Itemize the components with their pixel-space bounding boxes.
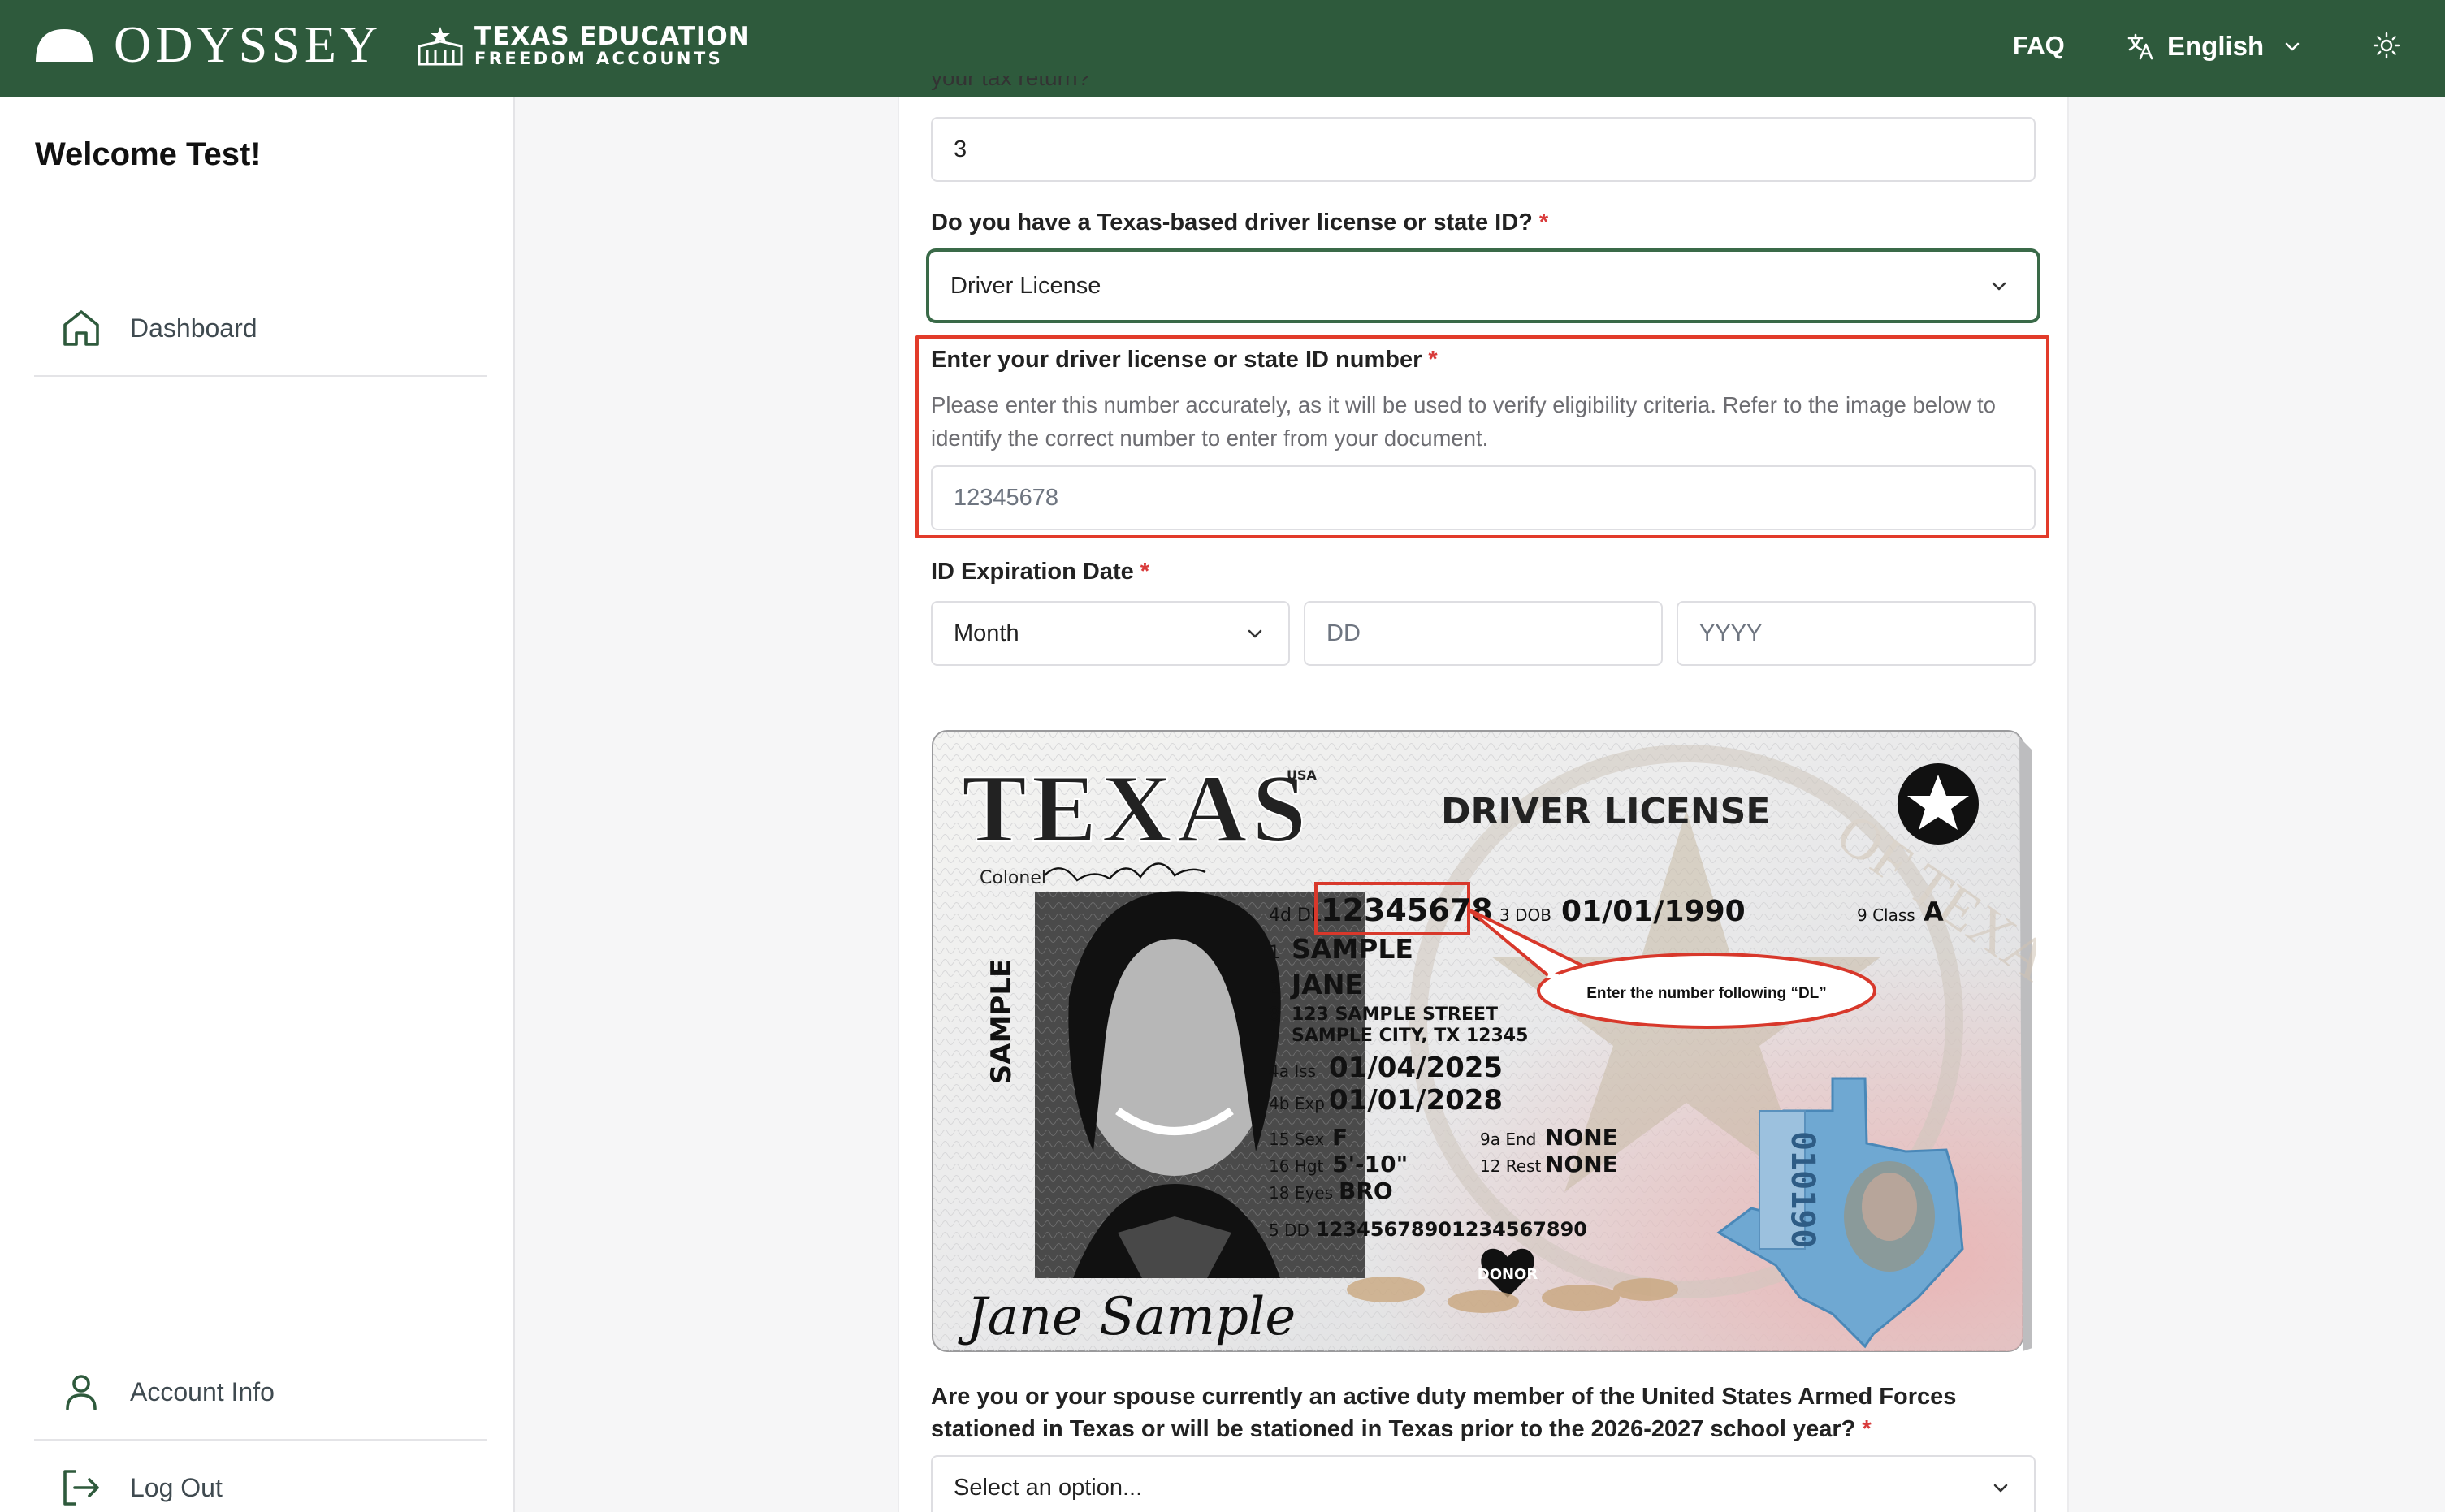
license-country: USA — [1287, 767, 1318, 783]
license-dd: 12345678901234567890 — [1316, 1218, 1587, 1241]
license-class: A — [1924, 896, 1944, 927]
license-eyes: BRO — [1339, 1177, 1393, 1204]
dl-number-input[interactable]: 12345678 — [931, 465, 2036, 530]
license-last-name: SAMPLE — [1292, 933, 1413, 965]
sun-icon[interactable] — [2372, 31, 2401, 60]
logout-icon — [63, 1470, 99, 1506]
expiration-day-input[interactable]: DD — [1304, 601, 1663, 666]
license-illustration: OF TEXAS 010190 DONOR TEXAS USA DRIVER L… — [932, 730, 2089, 1352]
license-ghost-dob: 010190 — [1784, 1131, 1821, 1249]
license-dob: 01/01/1990 — [1561, 895, 1746, 928]
license-hgt-prefix: 16 Hgt — [1269, 1156, 1324, 1176]
license-exp: 01/01/2028 — [1329, 1084, 1503, 1117]
id-type-select[interactable]: Driver License — [926, 248, 2040, 323]
odyssey-logo[interactable]: ODYSSEY — [34, 18, 382, 71]
license-donor: DONOR — [1478, 1266, 1538, 1283]
license-line2-no: 2 — [1269, 978, 1280, 999]
texas-education-logo[interactable]: TEXAS EDUCATION FREEDOM ACCOUNTS — [416, 23, 751, 68]
top-navigation-bar: ODYSSEY TEXAS EDUCATION FREEDOM ACCOUNTS… — [0, 0, 2445, 97]
sample-drivers-license-image: OF TEXAS 010190 DONOR TEXAS USA DRIVER L… — [931, 729, 2089, 1354]
input-placeholder: 12345678 — [954, 484, 1059, 511]
license-dob-prefix: 3 DOB — [1499, 905, 1551, 925]
home-icon — [63, 310, 99, 346]
license-rest-prefix: 12 Rest — [1480, 1156, 1542, 1176]
sidebar-item-log-out[interactable]: Log Out — [34, 1441, 487, 1512]
license-street: 123 SAMPLE STREET — [1292, 1004, 1498, 1025]
partner-name-line1: TEXAS EDUCATION — [474, 22, 751, 51]
brand-name: ODYSSEY — [114, 15, 383, 73]
user-icon — [66, 1375, 97, 1410]
license-signature: Jane Sample — [958, 1287, 1296, 1347]
license-rest: NONE — [1545, 1151, 1618, 1177]
license-end-prefix: 9a End — [1480, 1130, 1536, 1149]
license-sex-prefix: 15 Sex — [1269, 1130, 1324, 1149]
military-status-select[interactable]: Select an option... — [931, 1455, 2036, 1512]
license-state-title: TEXAS — [962, 754, 1311, 862]
input-placeholder: DD — [1326, 620, 1361, 646]
license-dl-number: 12345678 — [1321, 892, 1493, 928]
chevron-down-icon — [1993, 1484, 2008, 1493]
license-callout: Enter the number following “DL” — [1586, 985, 1827, 1002]
license-end: NONE — [1545, 1124, 1618, 1151]
language-selector[interactable]: English — [2127, 26, 2303, 67]
welcome-heading: Welcome Test! — [35, 136, 262, 172]
sidebar-item-label: Account Info — [130, 1376, 275, 1406]
selected-value: Driver License — [950, 272, 1101, 299]
input-value: 3 — [954, 136, 967, 162]
chevron-down-icon — [1248, 629, 1262, 638]
sidebar-item-label: Dashboard — [130, 313, 257, 343]
license-dd-prefix: 5 DD — [1269, 1220, 1309, 1240]
selected-value: Month — [954, 620, 1019, 646]
chevron-down-icon — [2285, 42, 2300, 51]
dl-number-help-text: Please enter this number accurately, as … — [931, 392, 1996, 451]
partner-name-line2: FREEDOM ACCOUNTS — [474, 49, 724, 68]
license-sex: F — [1332, 1124, 1348, 1151]
license-line8-no: 8 — [1269, 1004, 1280, 1025]
sidebar-item-label: Log Out — [130, 1472, 223, 1502]
sidebar-item-dashboard[interactable]: Dashboard — [34, 281, 487, 377]
license-sample-vertical: SAMPLE — [985, 959, 1018, 1084]
license-hgt: 5'-10" — [1332, 1151, 1408, 1177]
license-dl-prefix: 4d DL — [1269, 905, 1322, 926]
schoolhouse-star-icon — [418, 27, 463, 66]
license-class-prefix: 9 Class — [1857, 905, 1915, 925]
license-city: SAMPLE CITY, TX 12345 — [1292, 1026, 1528, 1046]
previous-question-label: your tax return? — [931, 76, 1091, 90]
household-size-input[interactable]: 3 — [931, 117, 2036, 182]
select-placeholder: Select an option... — [954, 1474, 1143, 1501]
license-iss: 01/04/2025 — [1329, 1052, 1503, 1084]
license-type: DRIVER LICENSE — [1441, 791, 1770, 832]
language-label: English — [2167, 31, 2265, 61]
chevron-down-icon — [1992, 282, 2006, 291]
sidebar: Welcome Test! Dashboard — [0, 97, 515, 1512]
expiration-date-label: ID Expiration Date * — [931, 559, 1150, 585]
input-placeholder: YYYY — [1699, 620, 1763, 646]
license-first-name: JANE — [1290, 969, 1363, 1000]
license-iss-prefix: 4a Iss — [1269, 1061, 1316, 1081]
license-exp-prefix: 4b Exp — [1269, 1094, 1325, 1113]
dl-number-label: Enter your driver license or state ID nu… — [931, 347, 1438, 373]
faq-link[interactable]: FAQ — [2013, 31, 2065, 60]
translate-icon — [2127, 33, 2153, 60]
license-line1-no: 1 — [1269, 943, 1280, 963]
license-eyes-prefix: 18 Eyes — [1269, 1183, 1333, 1203]
expiration-year-input[interactable]: YYYY — [1677, 601, 2036, 666]
expiration-month-select[interactable]: Month — [931, 601, 1290, 666]
military-question-label: Are you or your spouse currently an acti… — [931, 1384, 1957, 1442]
id-question-label: Do you have a Texas-based driver license… — [931, 210, 1549, 235]
license-colonel-label: Colonel — [980, 868, 1046, 888]
dome-logo-icon — [36, 29, 93, 62]
sidebar-item-account-info[interactable]: Account Info — [34, 1345, 487, 1441]
